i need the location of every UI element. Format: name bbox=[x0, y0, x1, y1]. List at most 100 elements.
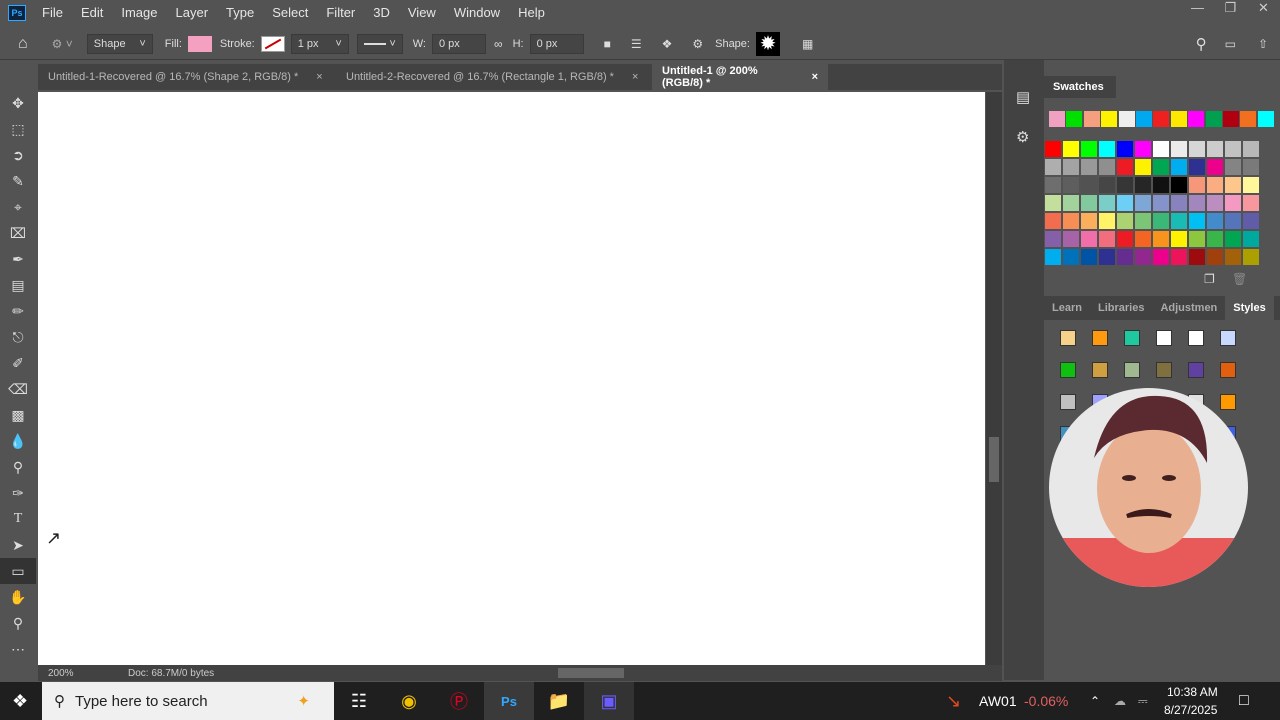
style-preset[interactable] bbox=[1060, 394, 1076, 410]
tab-untitled-1-recovered[interactable]: Untitled-1-Recovered @ 16.7% (Shape 2, R… bbox=[38, 64, 336, 90]
recent-swatch[interactable] bbox=[1153, 111, 1170, 127]
color-swatch[interactable] bbox=[1243, 213, 1259, 229]
color-swatch[interactable] bbox=[1171, 249, 1187, 265]
zoom-level[interactable]: 200% bbox=[48, 668, 128, 679]
stock-ticker[interactable]: AW01 bbox=[979, 693, 1017, 709]
color-swatch[interactable] bbox=[1171, 195, 1187, 211]
vertical-scrollbar[interactable] bbox=[986, 92, 1002, 665]
color-swatch[interactable] bbox=[1063, 195, 1079, 211]
file-explorer-icon[interactable]: 📁 bbox=[534, 682, 584, 720]
stroke-type-select[interactable]: ˅ bbox=[356, 33, 403, 54]
color-swatch[interactable] bbox=[1243, 141, 1259, 157]
hand-tool-icon[interactable]: ✋ bbox=[0, 584, 36, 610]
color-swatch[interactable] bbox=[1045, 195, 1061, 211]
menu-type[interactable]: Type bbox=[226, 5, 254, 20]
home-icon[interactable]: ⌂ bbox=[18, 35, 28, 53]
style-preset[interactable] bbox=[1220, 394, 1236, 410]
recent-swatch[interactable] bbox=[1240, 111, 1257, 127]
color-swatch[interactable] bbox=[1189, 231, 1205, 247]
path-operations-icon[interactable]: ■ bbox=[604, 37, 611, 51]
stroke-swatch[interactable] bbox=[260, 35, 285, 52]
style-preset[interactable] bbox=[1060, 330, 1076, 346]
chrome-icon[interactable]: ◉ bbox=[384, 682, 434, 720]
color-swatch[interactable] bbox=[1081, 141, 1097, 157]
color-swatch[interactable] bbox=[1171, 231, 1187, 247]
color-swatch[interactable] bbox=[1171, 159, 1187, 175]
style-preset[interactable] bbox=[1188, 330, 1204, 346]
tab-untitled-2-recovered[interactable]: Untitled-2-Recovered @ 16.7% (Rectangle … bbox=[336, 64, 652, 90]
color-swatch[interactable] bbox=[1063, 141, 1079, 157]
color-swatch[interactable] bbox=[1063, 231, 1079, 247]
new-swatch-icon[interactable]: ❐ bbox=[1204, 272, 1215, 286]
color-swatch[interactable] bbox=[1081, 177, 1097, 193]
color-swatch[interactable] bbox=[1189, 213, 1205, 229]
shape-picker[interactable]: ✹ bbox=[755, 31, 780, 56]
onedrive-icon[interactable]: ☁ bbox=[1114, 694, 1126, 708]
gear-icon[interactable]: ⚙ bbox=[692, 37, 703, 51]
menu-image[interactable]: Image bbox=[121, 5, 157, 20]
color-swatch[interactable] bbox=[1117, 249, 1133, 265]
document-canvas[interactable] bbox=[38, 92, 985, 665]
marquee-tool-icon[interactable]: ⬚ bbox=[0, 116, 36, 142]
color-swatch[interactable] bbox=[1225, 159, 1241, 175]
color-swatch[interactable] bbox=[1207, 249, 1223, 265]
close-icon[interactable]: ✕ bbox=[1247, 0, 1280, 22]
rectangle-tool-icon[interactable]: ▭ bbox=[0, 558, 36, 584]
color-swatch[interactable] bbox=[1045, 159, 1061, 175]
color-swatch[interactable] bbox=[1207, 141, 1223, 157]
color-swatch[interactable] bbox=[1225, 141, 1241, 157]
path-arrangement-icon[interactable]: ❖ bbox=[662, 37, 673, 51]
history-panel-icon[interactable]: ▤ bbox=[1016, 88, 1030, 106]
taskbar-search[interactable]: ⚲ Type here to search ✦ bbox=[42, 682, 334, 720]
color-swatch[interactable] bbox=[1189, 249, 1205, 265]
color-swatch[interactable] bbox=[1189, 177, 1205, 193]
color-swatch[interactable] bbox=[1045, 177, 1061, 193]
healing-brush-tool-icon[interactable]: ▤ bbox=[0, 272, 36, 298]
style-preset[interactable] bbox=[1220, 330, 1236, 346]
color-swatch[interactable] bbox=[1225, 195, 1241, 211]
color-swatch[interactable] bbox=[1099, 195, 1115, 211]
color-swatch[interactable] bbox=[1225, 213, 1241, 229]
move-tool-icon[interactable]: ✥ bbox=[0, 90, 36, 116]
color-swatch[interactable] bbox=[1081, 195, 1097, 211]
tab-libraries[interactable]: Libraries bbox=[1090, 296, 1152, 320]
color-swatch[interactable] bbox=[1063, 249, 1079, 265]
style-preset[interactable] bbox=[1220, 362, 1236, 378]
color-swatch[interactable] bbox=[1045, 141, 1061, 157]
task-view-icon[interactable]: ☷ bbox=[334, 682, 384, 720]
delete-swatch-icon[interactable]: 🗑 bbox=[1232, 272, 1247, 286]
share-icon[interactable]: ⇧ bbox=[1258, 37, 1268, 51]
color-swatch[interactable] bbox=[1081, 249, 1097, 265]
color-swatch[interactable] bbox=[1153, 177, 1169, 193]
color-swatch[interactable] bbox=[1099, 141, 1115, 157]
panel-menu-icon[interactable]: ☰ bbox=[1274, 296, 1280, 320]
color-swatch[interactable] bbox=[1117, 177, 1133, 193]
recent-swatch[interactable] bbox=[1118, 111, 1135, 127]
color-swatch[interactable] bbox=[1207, 195, 1223, 211]
gradient-tool-icon[interactable]: ▩ bbox=[0, 402, 36, 428]
color-swatch[interactable] bbox=[1099, 231, 1115, 247]
type-tool-icon[interactable]: T bbox=[0, 506, 36, 532]
color-swatch[interactable] bbox=[1207, 213, 1223, 229]
style-preset[interactable] bbox=[1092, 362, 1108, 378]
history-brush-tool-icon[interactable]: ✐ bbox=[0, 350, 36, 376]
color-swatch[interactable] bbox=[1135, 231, 1151, 247]
minimize-icon[interactable]: — bbox=[1181, 0, 1214, 22]
windows-start-icon[interactable]: ❖ bbox=[12, 691, 28, 712]
style-preset[interactable] bbox=[1060, 362, 1076, 378]
recent-swatch[interactable] bbox=[1066, 111, 1083, 127]
path-selection-tool-icon[interactable]: ➤ bbox=[0, 532, 36, 558]
color-swatch[interactable] bbox=[1045, 213, 1061, 229]
pinterest-icon[interactable]: Ⓟ bbox=[434, 682, 484, 720]
color-swatch[interactable] bbox=[1063, 213, 1079, 229]
brush-tool-icon[interactable]: ✏ bbox=[0, 298, 36, 324]
color-swatch[interactable] bbox=[1099, 249, 1115, 265]
color-swatch[interactable] bbox=[1063, 159, 1079, 175]
screen-recorder-icon[interactable]: ▣ bbox=[584, 682, 634, 720]
path-alignment-icon[interactable]: ☰ bbox=[631, 37, 642, 51]
show-hidden-icons[interactable]: ⌃ bbox=[1090, 694, 1100, 708]
recent-swatch[interactable] bbox=[1135, 111, 1152, 127]
color-swatch[interactable] bbox=[1099, 159, 1115, 175]
color-swatch[interactable] bbox=[1063, 177, 1079, 193]
color-swatch[interactable] bbox=[1117, 213, 1133, 229]
